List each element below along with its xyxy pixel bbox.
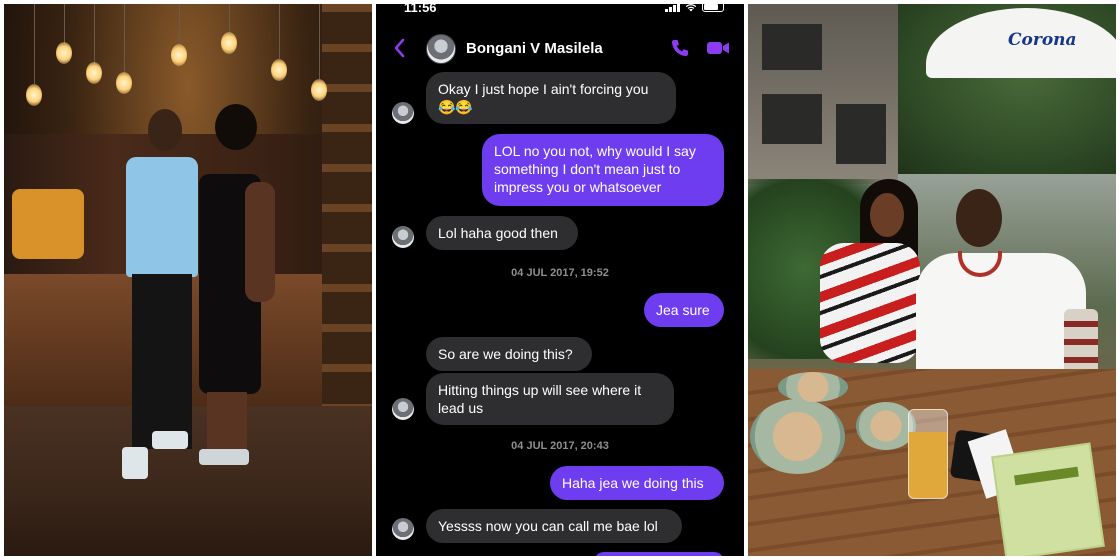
message-text: Okay I just hope I ain't forcing you 😂😂 bbox=[438, 81, 649, 115]
chat-header: Bongani V Masilela bbox=[376, 26, 744, 74]
right-photo: Corona bbox=[748, 4, 1116, 556]
message-timestamp: 04 JUL 2017, 20:43 bbox=[511, 440, 609, 452]
yellow-chair bbox=[12, 189, 84, 259]
message-incoming[interactable]: Yessss now you can call me bae lol bbox=[426, 509, 682, 543]
message-text: Lol haha good then bbox=[438, 225, 558, 241]
pendant-bulb bbox=[116, 72, 132, 94]
signal-icon bbox=[665, 4, 680, 12]
back-chevron-icon[interactable] bbox=[392, 38, 408, 58]
sender-avatar bbox=[392, 226, 414, 248]
message-incoming[interactable]: Lol haha good then bbox=[426, 216, 578, 250]
message-text: LOL no you not, why would I say somethin… bbox=[494, 143, 696, 195]
contact-avatar[interactable] bbox=[426, 34, 456, 64]
message-timestamp: 04 JUL 2017, 19:52 bbox=[511, 267, 609, 279]
video-call-icon[interactable] bbox=[706, 39, 730, 57]
woman-figure bbox=[820, 179, 930, 379]
wifi-icon bbox=[685, 4, 697, 11]
message-outgoing[interactable]: Jea sure bbox=[644, 293, 724, 327]
sender-avatar bbox=[392, 518, 414, 540]
wooden-shelf bbox=[322, 4, 372, 424]
left-photo bbox=[4, 4, 372, 556]
umbrella-brand: Corona bbox=[1008, 30, 1077, 50]
status-icons bbox=[665, 4, 724, 12]
chat-screen: 11:56 Bongani V Masilela Okay I just hop… bbox=[376, 4, 744, 556]
contact-name[interactable]: Bongani V Masilela bbox=[466, 40, 603, 57]
message-text: Hitting things up will see where it lead… bbox=[438, 382, 642, 416]
status-time: 11:56 bbox=[404, 4, 437, 15]
pendant-bulb bbox=[56, 42, 72, 64]
pendant-bulb bbox=[171, 44, 187, 66]
food-plate bbox=[856, 402, 916, 450]
sender-avatar bbox=[392, 398, 414, 420]
pendant-bulb bbox=[311, 79, 327, 101]
message-incoming[interactable]: Hitting things up will see where it lead… bbox=[426, 373, 674, 425]
pendant-bulb bbox=[221, 32, 237, 54]
battery-icon bbox=[702, 4, 724, 12]
food-plate bbox=[778, 372, 848, 402]
phone-call-icon[interactable] bbox=[670, 38, 690, 58]
message-text: Jea sure bbox=[656, 302, 710, 318]
message-outgoing[interactable]: LOL no you not, why would I say somethin… bbox=[482, 134, 724, 206]
message-text: Yessss now you can call me bae lol bbox=[438, 518, 658, 534]
message-incoming[interactable]: So are we doing this? bbox=[426, 337, 592, 371]
woman-figure bbox=[189, 104, 279, 474]
pendant-bulb bbox=[86, 62, 102, 84]
message-incoming[interactable]: Okay I just hope I ain't forcing you 😂😂 bbox=[426, 72, 676, 124]
beer-glass bbox=[908, 409, 948, 499]
message-outgoing[interactable]: Haha jea we doing this bbox=[550, 466, 724, 500]
sender-avatar bbox=[392, 102, 414, 124]
building bbox=[748, 4, 898, 184]
message-text: So are we doing this? bbox=[438, 346, 573, 362]
menu-card bbox=[991, 442, 1105, 556]
pendant-bulb bbox=[26, 84, 42, 106]
food-plate bbox=[750, 399, 845, 474]
pendant-bulb bbox=[271, 59, 287, 81]
status-bar: 11:56 bbox=[376, 4, 744, 18]
message-text: Haha jea we doing this bbox=[562, 475, 704, 491]
message-outgoing-partial bbox=[594, 552, 724, 556]
